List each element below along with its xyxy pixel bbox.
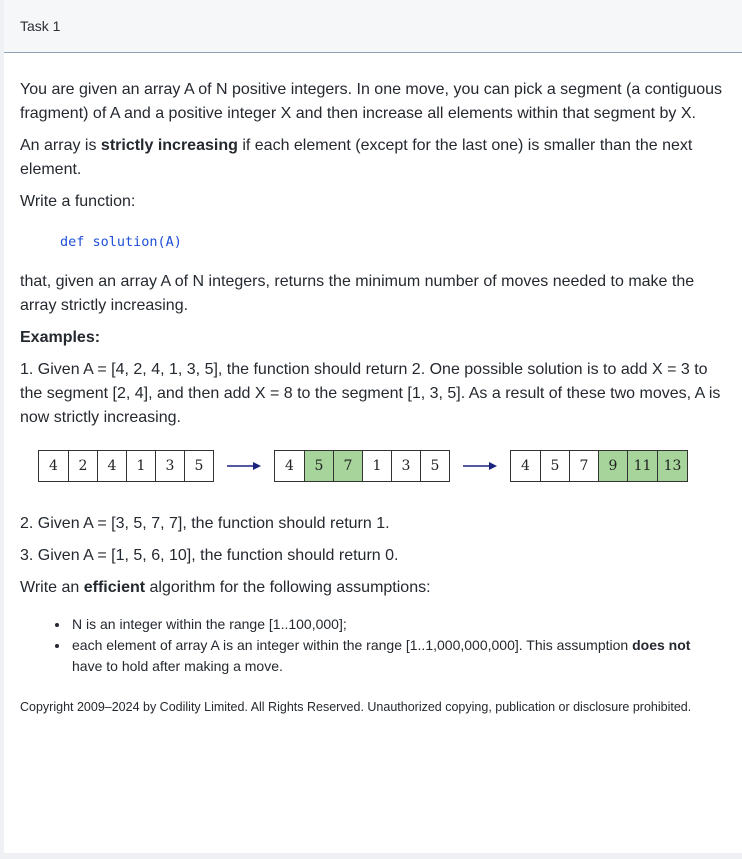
task-panel: Task 1 You are given an array A of N pos… (4, 0, 742, 853)
task-description: You are given an array A of N positive i… (20, 78, 724, 716)
array-cell: 1 (362, 451, 391, 481)
efficient-paragraph: Write an efficient algorithm for the fol… (20, 576, 724, 600)
array-cell: 13 (657, 451, 687, 481)
array-cell: 7 (569, 451, 598, 481)
array-cell: 5 (540, 451, 569, 481)
array-cell: 4 (511, 451, 540, 481)
array-cell: 4 (39, 451, 68, 481)
array-box: 424135 (38, 450, 214, 482)
assumption-bold: does not (632, 637, 691, 653)
assumption-item: N is an integer within the range [1..100… (70, 614, 724, 635)
definition-paragraph: An array is strictly increasing if each … (20, 134, 724, 182)
array-cell: 4 (275, 451, 304, 481)
example-illustration: 4 2 4 1 3 5 4 5 7 1 3 5 4 5 7 9 11 13 (38, 450, 724, 482)
returns-paragraph: that, given an array A of N integers, re… (20, 273, 695, 314)
example-3: 3. Given A = [1, 5, 6, 10], the function… (20, 547, 399, 564)
arrow-right-icon (214, 450, 274, 482)
intro-paragraph: You are given an array A of N positive i… (20, 81, 723, 122)
assumption-item: each element of array A is an integer wi… (70, 635, 724, 677)
efficient-text-a: Write an (20, 579, 84, 596)
array-cell: 5 (304, 451, 333, 481)
function-signature: def solution(A) (60, 234, 182, 250)
array-cell: 5 (184, 451, 213, 481)
array-cell: 3 (155, 451, 184, 481)
assumption-text-a: each element of array A is an integer wi… (72, 637, 633, 653)
arrow-right-icon (450, 450, 510, 482)
array-cell: 9 (598, 451, 627, 481)
example-1: 1. Given A = [4, 2, 4, 1, 3, 5], the fun… (20, 361, 721, 426)
array-cell: 1 (126, 451, 155, 481)
efficient-bold: efficient (83, 579, 146, 596)
write-function-text: Write a function: (20, 193, 136, 210)
tab-task-1[interactable]: Task 1 (20, 18, 60, 34)
example-2: 2. Given A = [3, 5, 7, 7], the function … (20, 515, 390, 532)
examples-heading-text: Examples: (20, 329, 101, 346)
array-cell: 4 (97, 451, 126, 481)
definition-text-a: An array is (20, 137, 101, 154)
examples-heading: Examples: (20, 326, 724, 350)
array-cell: 3 (391, 451, 420, 481)
array-box: 4 5 7 9 11 13 (510, 450, 688, 482)
array-cell: 7 (333, 451, 362, 481)
tab-bar: Task 1 (4, 0, 742, 53)
assumption-text-b: have to hold after making a move. (72, 658, 283, 674)
assumptions-list: N is an integer within the range [1..100… (20, 614, 724, 677)
array-box: 457135 (274, 450, 450, 482)
array-cell: 5 (420, 451, 449, 481)
definition-bold: strictly increasing (100, 137, 238, 154)
copyright-notice: Copyright 2009–2024 by Codility Limited.… (20, 700, 692, 714)
efficient-text-b: algorithm for the following assumptions: (145, 579, 431, 596)
array-cell: 2 (68, 451, 97, 481)
array-cell: 11 (627, 451, 657, 481)
